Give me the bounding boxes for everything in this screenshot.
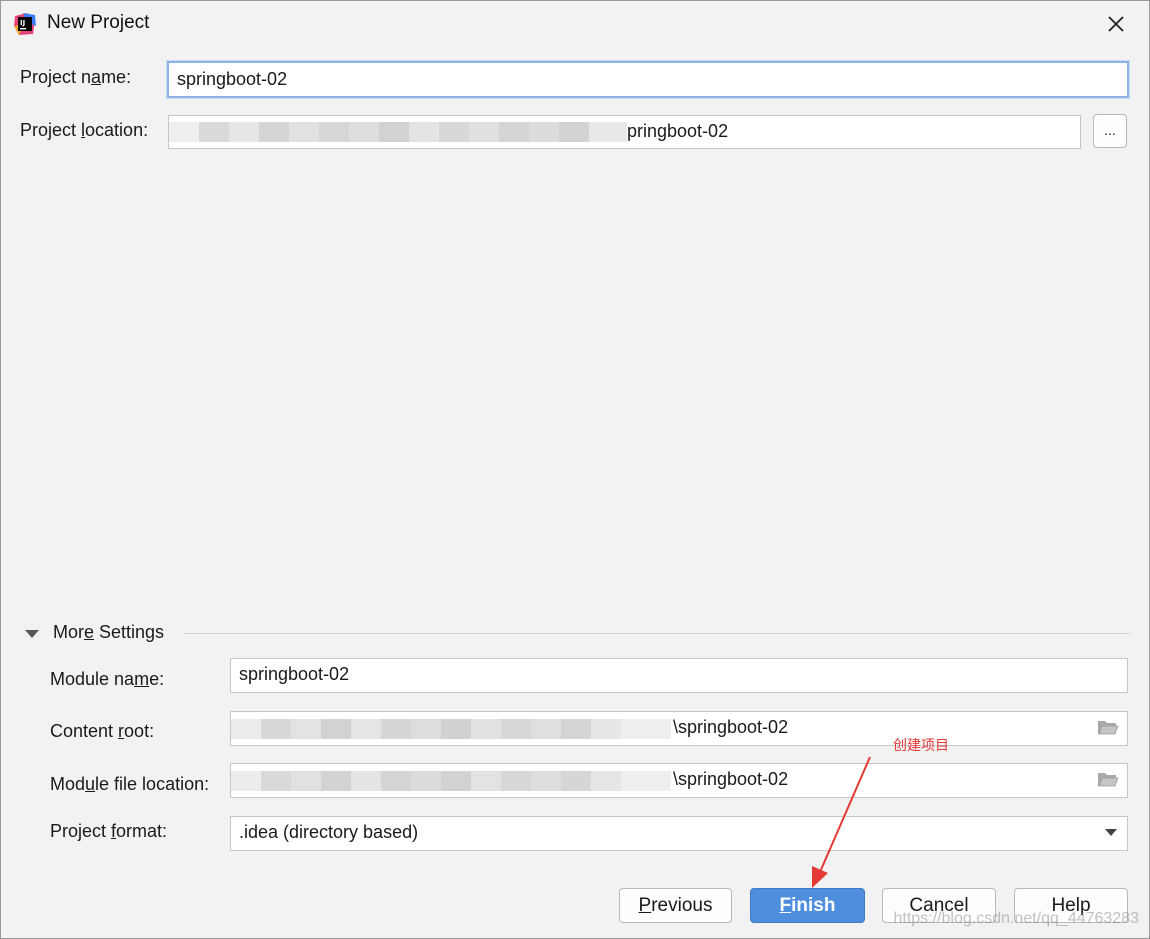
watermark: https://blog.csdn.net/qq_44763283 [893, 910, 1139, 927]
svg-text:IJ: IJ [20, 19, 25, 27]
project-name-label: Project name: [20, 67, 132, 87]
close-button[interactable] [1101, 9, 1131, 39]
folder-icon[interactable] [1097, 770, 1119, 788]
more-settings-label: More Settings [53, 622, 165, 642]
annotation-text: 创建项目 [893, 737, 949, 753]
collapse-triangle-icon [25, 629, 39, 638]
project-format-value: .idea (directory based) [239, 822, 419, 842]
previous-button[interactable]: Previous [619, 888, 732, 923]
content-root-label: Content root: [50, 721, 155, 741]
chevron-down-icon [1105, 829, 1117, 836]
section-divider [183, 633, 1131, 634]
close-icon [1108, 16, 1124, 32]
project-name-input[interactable]: springboot-02 [167, 61, 1129, 98]
new-project-dialog: IJ New Project Project name: springboot-… [0, 0, 1150, 939]
module-file-location-label: Module file location: [50, 774, 210, 794]
browse-location-button[interactable]: ... [1093, 114, 1127, 148]
project-location-input[interactable]: pringboot-02 [168, 115, 1081, 149]
redacted-path [231, 712, 671, 745]
window-title: New Project [47, 12, 150, 33]
content-root-value: \springboot-02 [673, 717, 789, 737]
module-name-input[interactable]: springboot-02 [230, 658, 1128, 693]
project-location-value: pringboot-02 [627, 121, 729, 141]
more-settings-toggle[interactable]: More Settings [25, 622, 164, 643]
title-bar: IJ New Project [1, 1, 1149, 45]
module-name-label: Module name: [50, 669, 165, 689]
project-location-label: Project location: [20, 120, 149, 140]
redacted-path [169, 116, 627, 148]
project-format-select[interactable]: .idea (directory based) [230, 816, 1128, 851]
project-format-label: Project format: [50, 821, 168, 841]
finish-button[interactable]: Finish [750, 888, 865, 923]
folder-icon[interactable] [1097, 718, 1119, 736]
content-root-input[interactable]: \springboot-02 [230, 711, 1128, 746]
project-name-value: springboot-02 [177, 69, 288, 89]
redacted-path [231, 764, 671, 797]
intellij-idea-icon: IJ [14, 13, 36, 35]
module-file-location-value: \springboot-02 [673, 769, 789, 789]
module-name-value: springboot-02 [239, 664, 350, 684]
module-file-location-input[interactable]: \springboot-02 [230, 763, 1128, 798]
